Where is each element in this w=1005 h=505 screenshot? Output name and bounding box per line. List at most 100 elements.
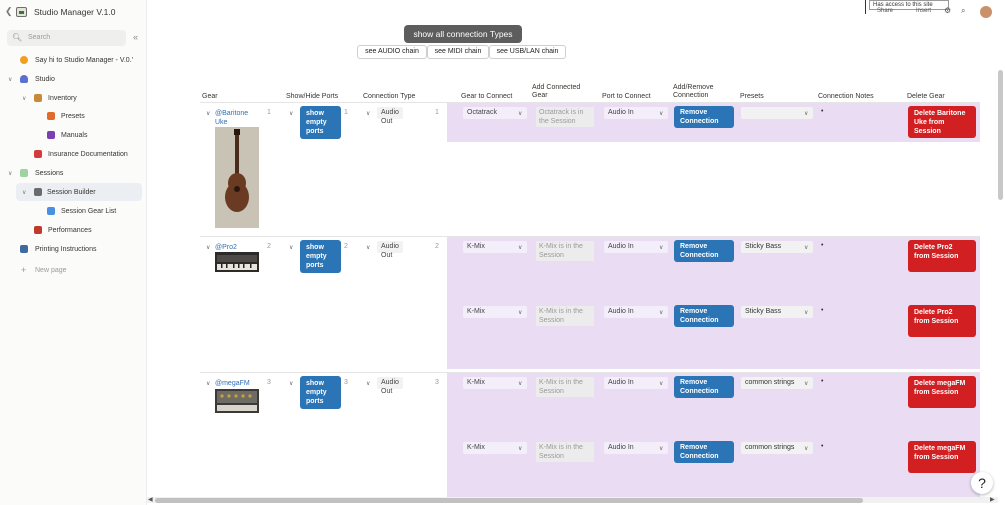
sidebar-item-new-page[interactable]: + New page — [0, 261, 146, 279]
connection-type-pill[interactable]: Audio Out — [377, 241, 403, 259]
show-empty-ports-button[interactable]: show empty ports — [300, 240, 341, 273]
chevron-down-icon[interactable]: ∨ — [22, 95, 26, 102]
chevron-down-icon[interactable]: ∨ — [22, 189, 26, 196]
scroll-right-icon[interactable]: ▶ — [990, 496, 995, 503]
remove-connection-button[interactable]: Remove Connection — [674, 106, 734, 128]
connection-note[interactable]: • — [821, 307, 823, 314]
sidebar-item-manuals[interactable]: Manuals — [0, 126, 146, 144]
preset-select[interactable]: Sticky Bass — [741, 306, 813, 318]
preset-select[interactable]: Sticky Bass — [741, 241, 813, 253]
chevron-down-icon[interactable]: ∨ — [366, 110, 370, 117]
back-icon[interactable]: ❮ — [5, 6, 13, 17]
scroll-left-icon[interactable]: ◀ — [148, 496, 153, 503]
chevron-down-icon[interactable]: ∨ — [518, 380, 522, 387]
sidebar-item-sessions[interactable]: ∨ Sessions — [0, 164, 146, 182]
connection-type-pill[interactable]: Audio Out — [377, 107, 403, 125]
list-icon — [47, 207, 55, 215]
header-show-hide-ports: Show/Hide Ports — [286, 93, 339, 100]
chevron-down-icon[interactable]: ∨ — [518, 445, 522, 452]
header-add-remove-connection: Add/Remove Connection — [673, 84, 714, 99]
avatar[interactable] — [980, 6, 992, 18]
chevron-down-icon[interactable]: ∨ — [206, 110, 210, 117]
chevron-down-icon[interactable]: ∨ — [659, 110, 663, 117]
connection-type-pill[interactable]: Audio Out — [377, 377, 403, 395]
sidebar-item-session-gear-list[interactable]: Session Gear List — [0, 202, 146, 220]
chevron-down-icon[interactable]: ∨ — [518, 110, 522, 117]
see-audio-chain-button[interactable]: see AUDIO chain — [357, 45, 427, 59]
header-connection-type: Connection Type — [363, 93, 416, 100]
delete-gear-button[interactable]: Delete Baritone Uke from Session — [908, 106, 976, 138]
chevron-down-icon[interactable]: ∨ — [659, 309, 663, 316]
see-midi-chain-button[interactable]: see MIDI chain — [427, 45, 489, 59]
settings-icon[interactable]: ⚙ — [944, 6, 951, 15]
share-button[interactable]: Share — [877, 8, 893, 14]
delete-gear-button[interactable]: Delete megaFM from Session — [908, 376, 976, 408]
chevron-down-icon[interactable]: ∨ — [659, 445, 663, 452]
chevron-down-icon[interactable]: ∨ — [659, 380, 663, 387]
remove-connection-button[interactable]: Remove Connection — [674, 305, 734, 327]
remove-connection-button[interactable]: Remove Connection — [674, 376, 734, 398]
plus-icon: + — [21, 265, 27, 275]
sidebar-item-insurance[interactable]: Insurance Documentation — [0, 145, 146, 163]
insert-button[interactable]: Insert — [916, 8, 931, 14]
chevron-down-icon[interactable]: ∨ — [804, 244, 808, 251]
sidebar-item-presets[interactable]: Presets — [0, 107, 146, 125]
delete-gear-button[interactable]: Delete megaFM from Session — [908, 441, 976, 473]
chevron-down-icon[interactable]: ∨ — [518, 309, 522, 316]
vertical-scrollbar[interactable] — [998, 70, 1003, 200]
chevron-down-icon[interactable]: ∨ — [804, 380, 808, 387]
search-input[interactable]: 🔍︎ Search — [7, 30, 126, 46]
show-all-connection-types-button[interactable]: show all connection Types — [404, 25, 522, 43]
preset-select[interactable]: common strings — [741, 377, 813, 389]
show-empty-ports-button[interactable]: show empty ports — [300, 376, 341, 409]
delete-gear-button[interactable]: Delete Pro2 from Session — [908, 240, 976, 272]
chevron-down-icon[interactable]: ∨ — [366, 380, 370, 387]
sidebar-item-say-hi[interactable]: Say hi to Studio Manager - V.0.' — [0, 51, 146, 69]
app-logo-icon — [16, 7, 27, 17]
chevron-down-icon[interactable]: ∨ — [289, 380, 293, 387]
gear-link[interactable]: @Baritone Uke — [215, 109, 259, 127]
collapse-sidebar-icon[interactable]: « — [133, 32, 138, 42]
chevron-down-icon[interactable]: ∨ — [8, 170, 12, 177]
sidebar-item-studio[interactable]: ∨ Studio — [0, 70, 146, 88]
sidebar-item-inventory[interactable]: ∨ Inventory — [0, 89, 146, 107]
connection-note[interactable]: • — [821, 378, 823, 385]
chevron-down-icon[interactable]: ∨ — [289, 110, 293, 117]
chevron-down-icon[interactable]: ∨ — [289, 244, 293, 251]
port-number: 3 — [344, 379, 348, 386]
horizontal-scrollbar-thumb[interactable] — [155, 498, 863, 503]
header-gear: Gear — [202, 93, 218, 100]
search-placeholder: Search — [28, 34, 51, 41]
preset-select[interactable]: common strings — [741, 442, 813, 454]
sidebar-item-printing[interactable]: Printing Instructions — [0, 240, 146, 258]
remove-connection-button[interactable]: Remove Connection — [674, 240, 734, 262]
see-usb-lan-chain-button[interactable]: see USB/LAN chain — [489, 45, 566, 59]
chevron-down-icon[interactable]: ∨ — [518, 244, 522, 251]
search-icon[interactable]: ⌕ — [961, 6, 965, 16]
chevron-down-icon[interactable]: ∨ — [804, 309, 808, 316]
preset-select[interactable] — [741, 107, 813, 119]
app-title: Studio Manager V.1.0 — [34, 7, 116, 17]
connected-gear-status: K-Mix is in the Session — [536, 442, 594, 462]
chevron-down-icon[interactable]: ∨ — [366, 244, 370, 251]
connection-note[interactable]: • — [821, 443, 823, 450]
chevron-down-icon[interactable]: ∨ — [206, 380, 210, 387]
remove-connection-button[interactable]: Remove Connection — [674, 441, 734, 463]
sidebar-item-session-builder[interactable]: ∨ Session Builder — [16, 183, 142, 201]
chevron-down-icon[interactable]: ∨ — [659, 244, 663, 251]
show-empty-ports-button[interactable]: show empty ports — [300, 106, 341, 139]
gear-link[interactable]: @Pro2 — [215, 243, 237, 252]
help-button[interactable]: ? — [971, 472, 993, 494]
delete-gear-button[interactable]: Delete Pro2 from Session — [908, 305, 976, 337]
chevron-down-icon[interactable]: ∨ — [804, 110, 808, 117]
chevron-down-icon[interactable]: ∨ — [206, 244, 210, 251]
connection-note[interactable]: • — [821, 108, 823, 115]
wrench-icon — [34, 188, 42, 196]
header-port-to-connect: Port to Connect — [602, 93, 651, 100]
chevron-down-icon[interactable]: ∨ — [804, 445, 808, 452]
document-icon — [34, 150, 42, 158]
connection-note[interactable]: • — [821, 242, 823, 249]
sidebar-item-performances[interactable]: Performances — [0, 221, 146, 239]
gear-link[interactable]: @megaFM — [215, 379, 250, 388]
chevron-down-icon[interactable]: ∨ — [8, 76, 12, 83]
